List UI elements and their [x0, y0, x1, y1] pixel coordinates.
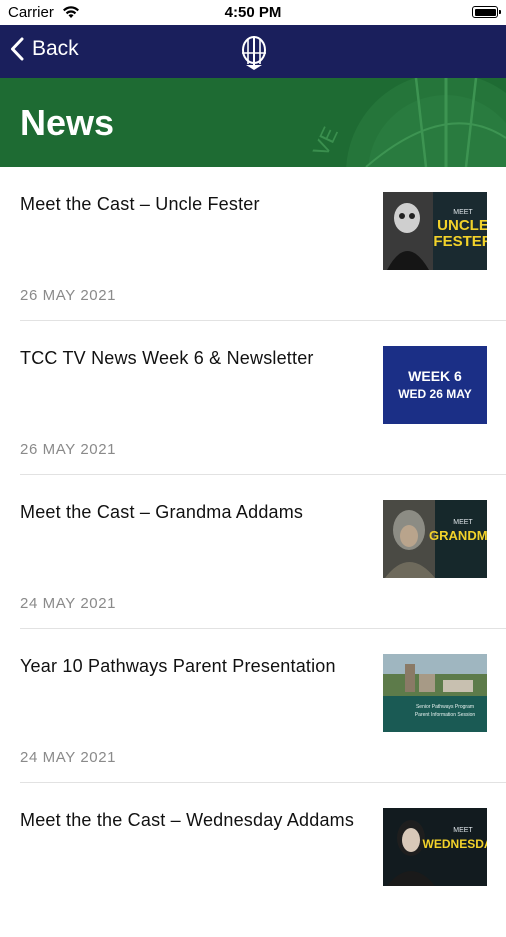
thumb-text: WED 26 MAY [398, 387, 472, 401]
thumb-text: FESTER [433, 233, 487, 250]
news-thumbnail: MEET UNCLE FESTER [383, 192, 487, 270]
thumb-text: MEET [453, 209, 473, 216]
svg-text:VE: VE [308, 123, 343, 160]
thumb-text: MEET [453, 519, 473, 526]
news-title: Meet the the Cast – Wednesday Addams [20, 810, 355, 830]
news-date: 24 MAY 2021 [20, 595, 117, 612]
news-date: 26 MAY 2021 [20, 287, 117, 304]
back-label: Back [32, 37, 79, 60]
thumb-text: WEDNESDAY [423, 837, 487, 851]
news-date: 26 MAY 2021 [20, 441, 117, 458]
crest-watermark: VE [308, 78, 506, 167]
news-item[interactable]: Year 10 Pathways Parent Presentation 24 … [0, 629, 506, 783]
news-item[interactable]: TCC TV News Week 6 & Newsletter 26 MAY 2… [0, 321, 506, 475]
battery-icon [472, 6, 501, 18]
clock: 4:50 PM [224, 4, 282, 21]
thumb-text: Parent Information Session [415, 712, 476, 718]
status-bar: Carrier 4:50 PM [0, 0, 506, 25]
news-list: Meet the Cast – Uncle Fester 26 MAY 2021… [0, 167, 506, 937]
school-crest-icon [242, 36, 266, 70]
news-thumbnail: Senior Pathways Program Parent Informati… [383, 654, 487, 732]
news-date: 24 MAY 2021 [20, 749, 117, 766]
news-header: VE News [0, 78, 506, 167]
news-title: Meet the Cast – Grandma Addams [20, 502, 304, 522]
page-title: News [20, 102, 115, 143]
navigation-bar: Back [0, 25, 506, 78]
thumb-text: GRANDMA [429, 528, 487, 543]
thumb-text: MEET [453, 827, 473, 834]
thumb-text: UNCLE [437, 217, 487, 234]
news-thumbnail: MEET GRANDMA [383, 500, 487, 578]
news-title: Meet the Cast – Uncle Fester [20, 194, 260, 214]
news-item[interactable]: Meet the the Cast – Wednesday Addams MEE… [0, 783, 506, 937]
thumb-text: Senior Pathways Program [416, 704, 474, 710]
back-button[interactable]: Back [10, 37, 79, 61]
news-item[interactable]: Meet the Cast – Grandma Addams 24 MAY 20… [0, 475, 506, 629]
news-thumbnail: MEET WEDNESDAY [383, 808, 487, 886]
news-title: TCC TV News Week 6 & Newsletter [20, 348, 314, 368]
news-thumbnail: WEEK 6 WED 26 MAY [383, 346, 487, 424]
thumb-text: WEEK 6 [408, 368, 462, 384]
news-item[interactable]: Meet the Cast – Uncle Fester 26 MAY 2021… [0, 167, 506, 321]
news-title: Year 10 Pathways Parent Presentation [20, 656, 336, 676]
chevron-left-icon [11, 37, 24, 61]
